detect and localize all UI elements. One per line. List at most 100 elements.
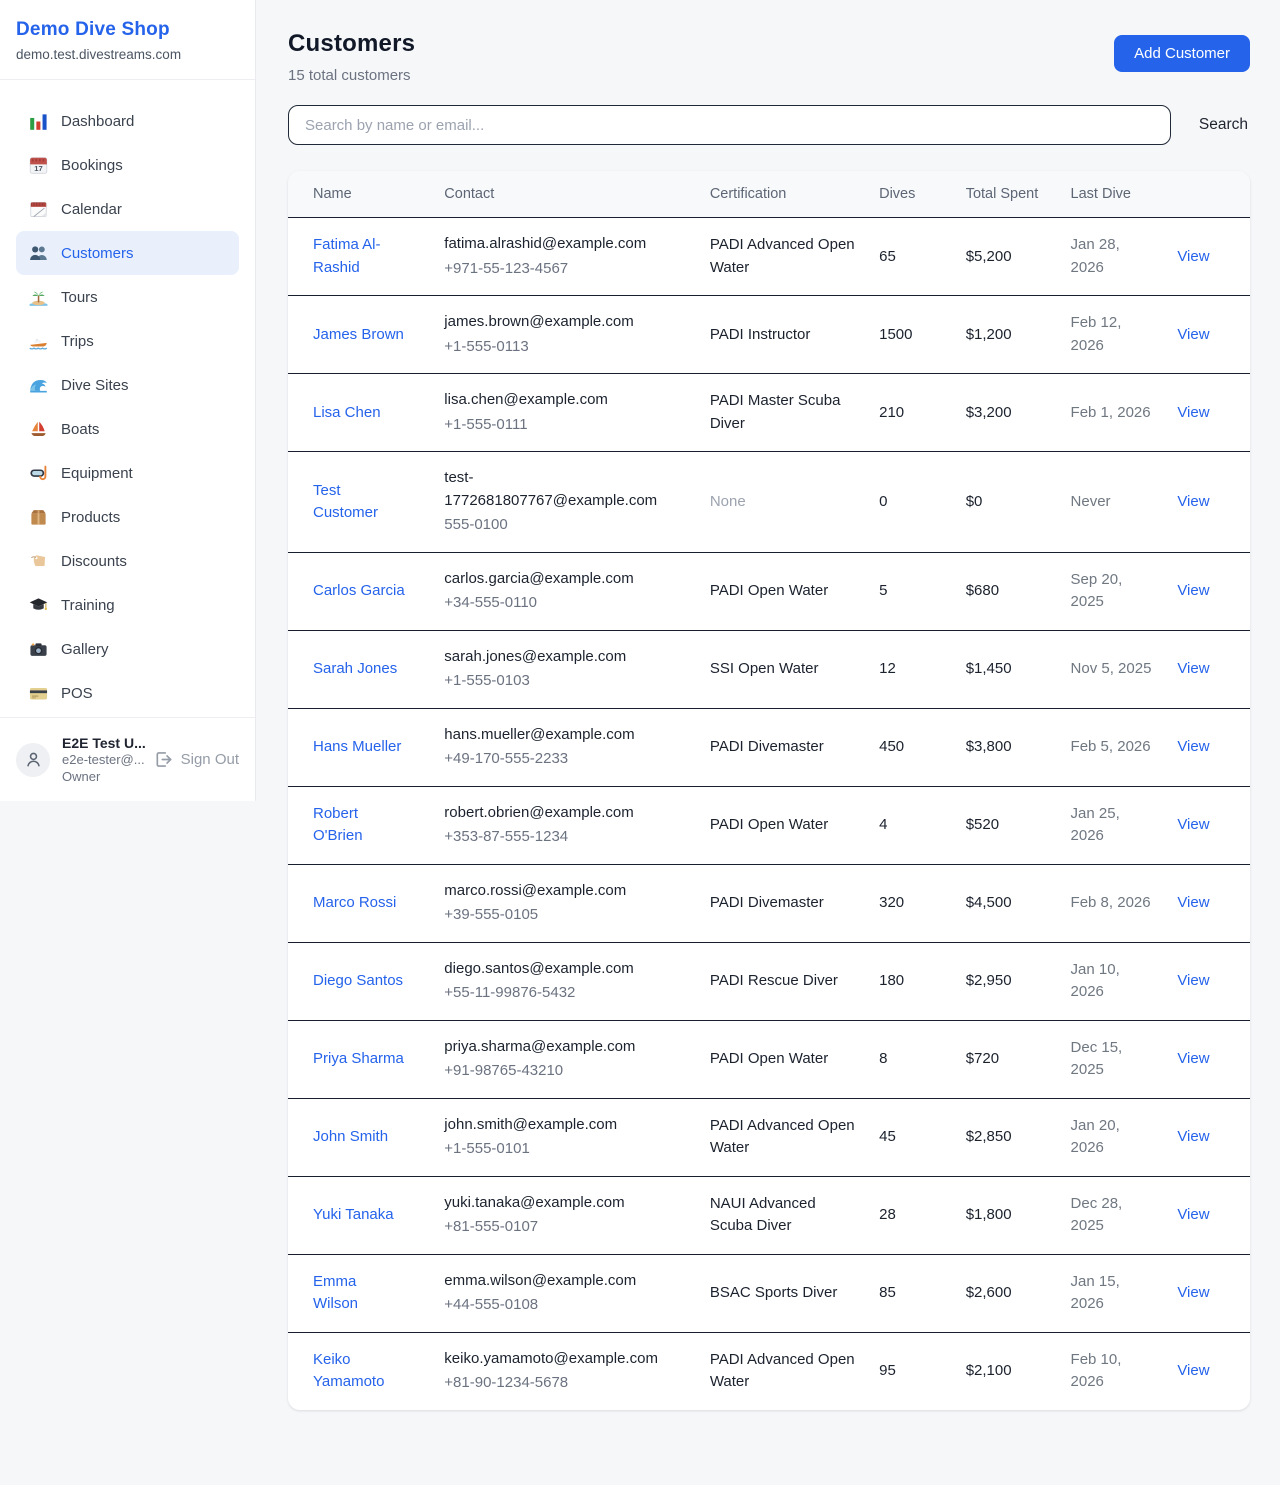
tear-calendar-icon: [28, 199, 48, 219]
customer-row: Keiko Yamamoto keiko.yamamoto@example.co…: [288, 1332, 1250, 1410]
sidebar-item-bookings[interactable]: 17 Bookings: [16, 143, 239, 187]
view-customer-link[interactable]: View: [1177, 493, 1209, 510]
customer-dives: 4: [867, 786, 954, 864]
view-customer-link[interactable]: View: [1177, 894, 1209, 911]
customer-email: marco.rossi@example.com: [444, 880, 686, 903]
sidebar-item-customers[interactable]: Customers: [16, 231, 239, 275]
column-header-last-dive: Last Dive: [1059, 171, 1166, 218]
customer-email: hans.mueller@example.com: [444, 724, 686, 747]
customer-certification: PADI Master Scuba Diver: [698, 374, 867, 452]
customer-email: test-1772681807767@example.com: [444, 467, 686, 512]
customer-certification: None: [698, 452, 867, 553]
sign-out-button[interactable]: Sign Out: [154, 750, 239, 770]
customer-row: Marco Rossi marco.rossi@example.com +39-…: [288, 864, 1250, 942]
customer-total-spent: $5,200: [954, 218, 1059, 296]
view-customer-link[interactable]: View: [1177, 582, 1209, 599]
user-info: E2E Test U... e2e-tester@... Owner: [62, 734, 142, 786]
customer-certification: BSAC Sports Diver: [698, 1254, 867, 1332]
customer-name-link[interactable]: Lisa Chen: [313, 402, 381, 425]
sidebar-item-discounts[interactable]: Discounts: [16, 539, 239, 583]
customer-name-link[interactable]: Test Customer: [313, 480, 405, 525]
customer-name-link[interactable]: Hans Mueller: [313, 736, 401, 759]
customer-total-spent: $2,100: [954, 1332, 1059, 1410]
view-customer-link[interactable]: View: [1177, 248, 1209, 265]
credit-card-icon: [28, 683, 48, 703]
column-header-dives: Dives: [867, 171, 954, 218]
customer-name-link[interactable]: Carlos Garcia: [313, 580, 405, 603]
view-customer-link[interactable]: View: [1177, 660, 1209, 677]
sidebar-item-calendar[interactable]: Calendar: [16, 187, 239, 231]
column-header-total-spent: Total Spent: [954, 171, 1059, 218]
customer-name-link[interactable]: Priya Sharma: [313, 1048, 404, 1071]
sidebar-item-training[interactable]: Training: [16, 583, 239, 627]
view-customer-link[interactable]: View: [1177, 738, 1209, 755]
customer-phone: +1-555-0101: [444, 1138, 686, 1161]
view-customer-link[interactable]: View: [1177, 1206, 1209, 1223]
customer-name-link[interactable]: Keiko Yamamoto: [313, 1349, 405, 1394]
customer-last-dive: Jan 28, 2026: [1059, 218, 1166, 296]
sidebar-item-trips[interactable]: Trips: [16, 319, 239, 363]
person-icon: [23, 750, 43, 770]
customer-dives: 85: [867, 1254, 954, 1332]
customer-phone: +55-11-99876-5432: [444, 982, 686, 1005]
customer-certification: SSI Open Water: [698, 630, 867, 708]
customer-phone: +971-55-123-4567: [444, 258, 686, 281]
view-customer-link[interactable]: View: [1177, 1128, 1209, 1145]
customer-name-link[interactable]: Fatima Al-Rashid: [313, 234, 405, 279]
customer-phone: +49-170-555-2233: [444, 748, 686, 771]
view-customer-link[interactable]: View: [1177, 1050, 1209, 1067]
sidebar-item-dashboard[interactable]: Dashboard: [16, 99, 239, 143]
view-customer-link[interactable]: View: [1177, 326, 1209, 343]
customer-row: Fatima Al-Rashid fatima.alrashid@example…: [288, 218, 1250, 296]
customer-total-spent: $520: [954, 786, 1059, 864]
sidebar-item-tours[interactable]: Tours: [16, 275, 239, 319]
customer-email: lisa.chen@example.com: [444, 389, 686, 412]
customer-name-link[interactable]: Emma Wilson: [313, 1271, 405, 1316]
customer-dives: 180: [867, 942, 954, 1020]
view-customer-link[interactable]: View: [1177, 816, 1209, 833]
customer-name-link[interactable]: Diego Santos: [313, 970, 403, 993]
view-customer-link[interactable]: View: [1177, 1362, 1209, 1379]
people-icon: [28, 243, 48, 263]
sidebar-item-products[interactable]: Products: [16, 495, 239, 539]
customer-name-link[interactable]: Sarah Jones: [313, 658, 397, 681]
customer-dives: 28: [867, 1176, 954, 1254]
sidebar-item-dive-sites[interactable]: Dive Sites: [16, 363, 239, 407]
customer-total-spent: $3,800: [954, 708, 1059, 786]
sign-out-label: Sign Out: [181, 751, 239, 768]
customer-dives: 320: [867, 864, 954, 942]
customer-last-dive: Feb 10, 2026: [1059, 1332, 1166, 1410]
view-customer-link[interactable]: View: [1177, 1284, 1209, 1301]
customer-name-link[interactable]: John Smith: [313, 1126, 388, 1149]
view-customer-link[interactable]: View: [1177, 404, 1209, 421]
customer-last-dive: Dec 15, 2025: [1059, 1020, 1166, 1098]
sidebar-item-boats[interactable]: Boats: [16, 407, 239, 451]
main-content: Customers 15 total customers Add Custome…: [256, 0, 1280, 1410]
customer-dives: 1500: [867, 296, 954, 374]
customer-name-link[interactable]: Marco Rossi: [313, 892, 396, 915]
customer-dives: 210: [867, 374, 954, 452]
customer-certification: PADI Open Water: [698, 552, 867, 630]
customer-name-link[interactable]: Robert O'Brien: [313, 803, 405, 848]
user-name: E2E Test U...: [62, 734, 142, 752]
sidebar-item-equipment[interactable]: Equipment: [16, 451, 239, 495]
customer-phone: +34-555-0110: [444, 592, 686, 615]
wave-icon: [28, 375, 48, 395]
customer-email: yuki.tanaka@example.com: [444, 1192, 686, 1215]
sidebar-item-pos[interactable]: POS: [16, 671, 239, 715]
customer-dives: 0: [867, 452, 954, 553]
add-customer-button[interactable]: Add Customer: [1114, 35, 1250, 72]
sidebar-item-gallery[interactable]: Gallery: [16, 627, 239, 671]
customer-row: Hans Mueller hans.mueller@example.com +4…: [288, 708, 1250, 786]
customer-dives: 12: [867, 630, 954, 708]
customer-certification: PADI Divemaster: [698, 708, 867, 786]
customer-name-link[interactable]: Yuki Tanaka: [313, 1204, 394, 1227]
customer-name-link[interactable]: James Brown: [313, 324, 404, 347]
customer-last-dive: Sep 20, 2025: [1059, 552, 1166, 630]
view-customer-link[interactable]: View: [1177, 972, 1209, 989]
customer-email: emma.wilson@example.com: [444, 1270, 686, 1293]
search-input[interactable]: [288, 105, 1171, 145]
customer-last-dive: Dec 28, 2025: [1059, 1176, 1166, 1254]
customers-table-card: Name Contact Certification Dives Total S…: [288, 171, 1250, 1410]
search-button[interactable]: Search: [1197, 112, 1250, 138]
